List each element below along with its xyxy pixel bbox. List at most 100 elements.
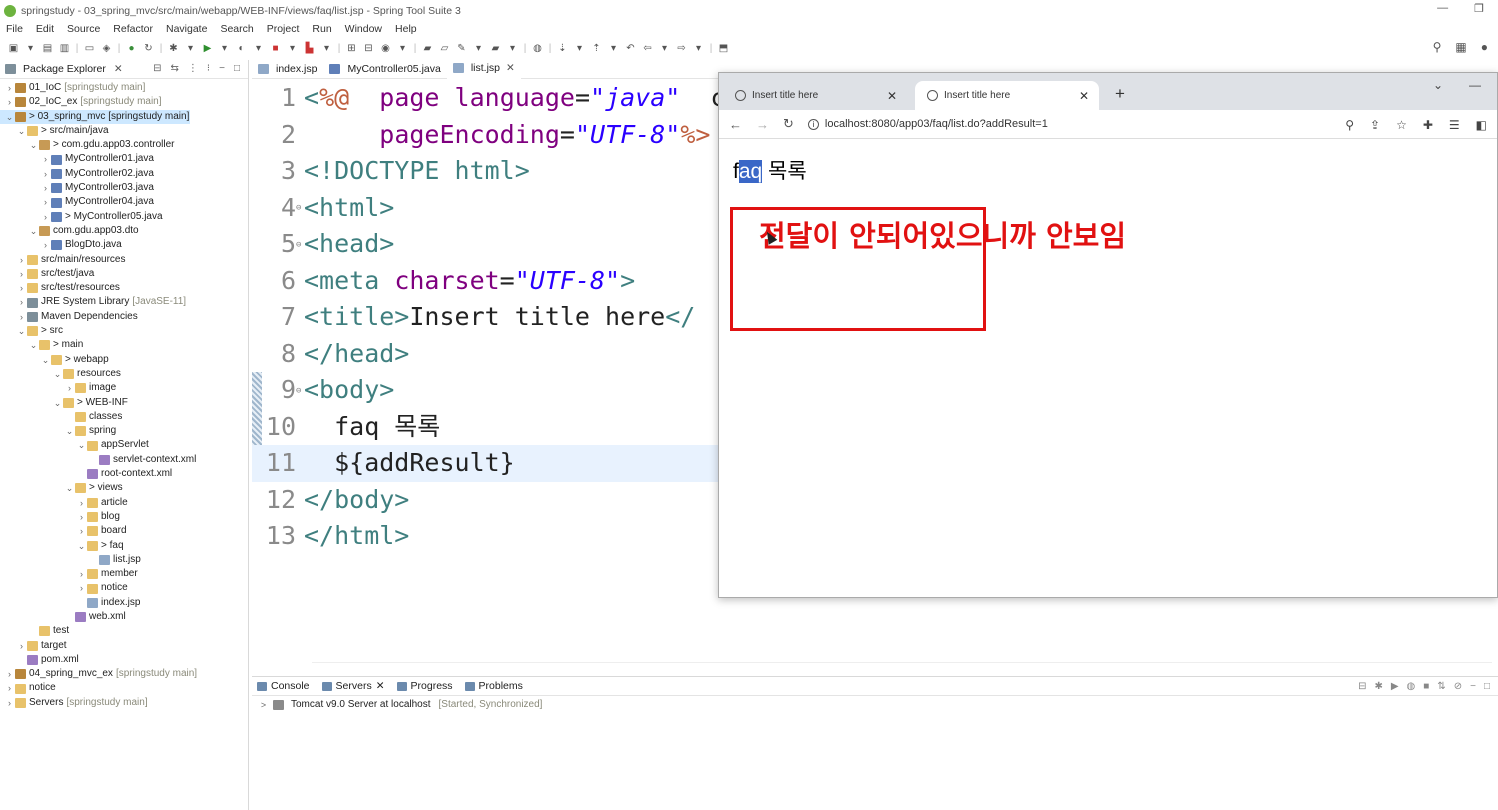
url-field[interactable]: i localhost:8080/app03/faq/list.do?addRe…: [807, 118, 1048, 130]
expand-arrow-icon[interactable]: ›: [16, 253, 27, 267]
tree-item[interactable]: › src/test/java: [0, 267, 248, 281]
reading-list-icon[interactable]: ☰: [1449, 118, 1460, 132]
tree-item[interactable]: › blog: [0, 510, 248, 524]
horizontal-scrollbar[interactable]: [312, 662, 1492, 670]
tree-item[interactable]: web.xml: [0, 610, 248, 624]
bookmark-star-icon[interactable]: ☆: [1396, 118, 1407, 132]
tree-item[interactable]: ⌄ > webapp: [0, 353, 248, 367]
tree-item[interactable]: › JRE System Library [JavaSE-11]: [0, 295, 248, 309]
expand-arrow-icon[interactable]: ›: [76, 510, 87, 524]
maximize-icon[interactable]: □: [1484, 681, 1490, 692]
stop-server-icon[interactable]: ■: [1423, 681, 1429, 692]
open-type-icon[interactable]: ▰: [420, 41, 435, 55]
dropdown-icon[interactable]: ▾: [285, 41, 300, 55]
expand-arrow-icon[interactable]: ›: [40, 210, 51, 224]
expand-arrow-icon[interactable]: ›: [16, 310, 27, 324]
tree-item[interactable]: › notice: [0, 581, 248, 595]
new-class-icon[interactable]: ◉: [378, 41, 393, 55]
tree-item[interactable]: › BlogDto.java: [0, 238, 248, 252]
expand-arrow-icon[interactable]: ›: [4, 81, 15, 95]
tree-item[interactable]: ⌄ > views: [0, 481, 248, 495]
collapse-arrow-icon[interactable]: ⌄: [76, 438, 87, 452]
tree-item[interactable]: › MyController03.java: [0, 181, 248, 195]
close-icon[interactable]: ✕: [376, 680, 385, 692]
dropdown-icon[interactable]: ▾: [691, 41, 706, 55]
coverage-icon[interactable]: ◐: [234, 41, 249, 55]
tree-item[interactable]: › > MyController05.java: [0, 210, 248, 224]
expand-arrow-icon[interactable]: ›: [76, 496, 87, 510]
minimize-icon[interactable]: −: [219, 63, 225, 74]
expand-arrow-icon[interactable]: ›: [16, 295, 27, 309]
fold-icon[interactable]: ⊖: [296, 373, 304, 410]
menu-item-edit[interactable]: Edit: [36, 23, 54, 35]
tree-item[interactable]: ⌄ > com.gdu.app03.controller: [0, 138, 248, 152]
server-item[interactable]: > Tomcat v9.0 Server at localhost [Start…: [252, 696, 1498, 710]
collapse-arrow-icon[interactable]: ⌄: [52, 396, 63, 410]
dropdown-icon[interactable]: ▾: [319, 41, 334, 55]
reload-icon[interactable]: ↻: [783, 116, 794, 132]
expand-arrow-icon[interactable]: ›: [64, 381, 75, 395]
tab-progress[interactable]: Progress: [396, 680, 453, 692]
expand-icon[interactable]: >: [258, 700, 269, 710]
tree-item[interactable]: › 02_IoC_ex [springstudy main]: [0, 95, 248, 109]
tab-problems[interactable]: Problems: [464, 680, 523, 692]
boot-dashboard-icon[interactable]: ●: [124, 41, 139, 55]
menu-item-refactor[interactable]: Refactor: [113, 23, 153, 35]
tree-item[interactable]: ⌄ resources: [0, 367, 248, 381]
zoom-icon[interactable]: ⚲: [1345, 118, 1354, 132]
tree-item[interactable]: root-context.xml: [0, 467, 248, 481]
tree-item[interactable]: ⌄ appServlet: [0, 438, 248, 452]
tree-item[interactable]: › target: [0, 639, 248, 653]
minimize-button[interactable]: —: [1437, 2, 1448, 15]
menu-item-search[interactable]: Search: [220, 23, 253, 35]
tree-item[interactable]: ⌄ > src/main/java: [0, 124, 248, 138]
next-annotation-icon[interactable]: ⇣: [555, 41, 570, 55]
tree-item[interactable]: index.jsp: [0, 596, 248, 610]
tree-item[interactable]: › MyController02.java: [0, 167, 248, 181]
last-edit-icon[interactable]: ↶: [623, 41, 638, 55]
tree-item[interactable]: ⌄ > main: [0, 338, 248, 352]
collapse-arrow-icon[interactable]: ⌄: [16, 324, 27, 338]
menu-item-file[interactable]: File: [6, 23, 23, 35]
close-icon[interactable]: ✕: [506, 62, 515, 74]
refresh-icon[interactable]: ↻: [141, 41, 156, 55]
collapse-arrow-icon[interactable]: ⌄: [4, 110, 15, 124]
tree-item[interactable]: › Servers [springstudy main]: [0, 696, 248, 710]
expand-arrow-icon[interactable]: ›: [76, 567, 87, 581]
open-task-icon[interactable]: ▱: [437, 41, 452, 55]
tree-item[interactable]: › src/main/resources: [0, 253, 248, 267]
dropdown-icon[interactable]: ▾: [606, 41, 621, 55]
editor-tab[interactable]: index.jsp: [252, 60, 323, 79]
new-icon[interactable]: ▣: [6, 41, 21, 55]
stop-icon[interactable]: ■: [268, 41, 283, 55]
menu-item-project[interactable]: Project: [267, 23, 300, 35]
dropdown-icon[interactable]: ▾: [572, 41, 587, 55]
tree-item[interactable]: › MyController04.java: [0, 195, 248, 209]
collapse-arrow-icon[interactable]: ⌄: [28, 224, 39, 238]
editor-tab[interactable]: list.jsp ✕: [446, 59, 521, 79]
dropdown-icon[interactable]: ▾: [505, 41, 520, 55]
tree-item[interactable]: › Maven Dependencies: [0, 310, 248, 324]
skip-breakpoints-icon[interactable]: ◈: [99, 41, 114, 55]
tree-item[interactable]: ⌄ spring: [0, 424, 248, 438]
tree-item[interactable]: ⌄ com.gdu.app03.dto: [0, 224, 248, 238]
extensions-icon[interactable]: ✚: [1423, 118, 1433, 132]
minimize-icon[interactable]: −: [1470, 681, 1476, 692]
start-server-icon[interactable]: ▶: [1391, 681, 1399, 692]
expand-arrow-icon[interactable]: ›: [4, 667, 15, 681]
restore-button[interactable]: ❐: [1474, 2, 1484, 15]
expand-arrow-icon[interactable]: ›: [40, 152, 51, 166]
tree-item[interactable]: list.jsp: [0, 553, 248, 567]
tab-search-icon[interactable]: ⌄: [1433, 78, 1443, 92]
browser-tab-active[interactable]: Insert title here ✕: [915, 81, 1099, 110]
close-icon[interactable]: ✕: [114, 63, 123, 75]
browser-tab[interactable]: Insert title here ✕: [723, 81, 907, 110]
tree-item[interactable]: ⌄ > src: [0, 324, 248, 338]
debug-icon[interactable]: ✱: [166, 41, 181, 55]
forward-icon[interactable]: ⇨: [674, 41, 689, 55]
tree-item[interactable]: › notice: [0, 681, 248, 695]
dropdown-icon[interactable]: ▾: [657, 41, 672, 55]
dropdown-icon[interactable]: ▾: [23, 41, 38, 55]
site-info-icon[interactable]: i: [807, 118, 819, 130]
dropdown-icon[interactable]: ▾: [471, 41, 486, 55]
